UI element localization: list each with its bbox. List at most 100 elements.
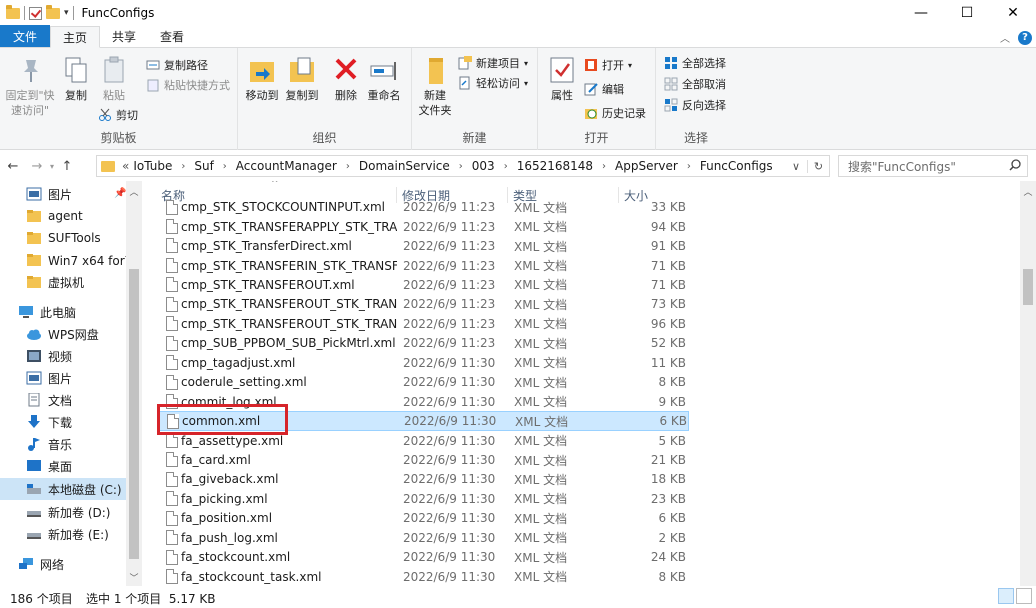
nav-item-drive-e[interactable]: 新加卷 (E:): [0, 523, 126, 545]
easy-access-button[interactable]: 轻松访问 ▾: [458, 74, 528, 92]
tab-share[interactable]: 共享: [100, 25, 148, 47]
edit-button[interactable]: 编辑: [584, 80, 624, 98]
breadcrumb[interactable]: AppServer: [613, 159, 680, 173]
up-arrow-icon[interactable]: ↑: [58, 159, 76, 174]
customize-toolbar-chevron-icon[interactable]: ▾: [64, 8, 69, 18]
properties-check-icon[interactable]: [29, 6, 42, 20]
tab-view[interactable]: 查看: [148, 25, 196, 47]
breadcrumb-chevron-icon[interactable]: ›: [452, 161, 470, 172]
file-row[interactable]: fa_position.xml 2022/6/9 11:30 XML 文档 6 KB: [157, 509, 689, 528]
scroll-up-icon[interactable]: ︿: [1020, 185, 1036, 198]
nav-item-wps-drive[interactable]: WPS网盘: [0, 323, 126, 345]
breadcrumb-overflow[interactable]: «: [120, 159, 131, 173]
file-row[interactable]: cmp_tagadjust.xml 2022/6/9 11:30 XML 文档 11 …: [157, 353, 689, 372]
copy-path-button[interactable]: 复制路径: [146, 56, 208, 74]
file-row[interactable]: cmp_STK_TRANSFEROUT_STK_TRANS... 2022/6/9…: [157, 295, 689, 314]
scroll-down-icon[interactable]: ﹀: [126, 571, 142, 584]
recent-locations-chevron-icon[interactable]: ▾: [46, 162, 58, 171]
file-row[interactable]: cmp_SUB_PPBOM_SUB_PickMtrl.xml 2022/6/9 1…: [157, 334, 689, 353]
nav-item-agent[interactable]: agent: [0, 205, 126, 227]
rename-button[interactable]: 重命名: [366, 54, 402, 103]
search-input[interactable]: 搜索"FuncConfigs": [848, 158, 956, 175]
search-box[interactable]: 搜索"FuncConfigs": [838, 155, 1028, 177]
nav-item-drive-d[interactable]: 新加卷 (D:): [0, 501, 126, 523]
breadcrumb[interactable]: 003: [470, 159, 497, 173]
scroll-up-icon[interactable]: ︿: [126, 185, 142, 198]
nav-item-win7[interactable]: Win7 x64 for商: [0, 249, 126, 271]
nav-item-vm[interactable]: 虚拟机: [0, 271, 126, 293]
nav-item-this-pc[interactable]: 此电脑: [0, 301, 126, 323]
help-icon[interactable]: ?: [1018, 30, 1032, 45]
breadcrumb-chevron-icon[interactable]: ›: [216, 161, 234, 172]
breadcrumb[interactable]: FuncConfigs: [698, 159, 775, 173]
breadcrumb-chevron-icon[interactable]: ›: [339, 161, 357, 172]
file-row[interactable]: cmp_STK_TRANSFEROUT.xml 2022/6/9 11:23 XML…: [157, 275, 689, 294]
file-row[interactable]: fa_card.xml 2022/6/9 11:30 XML 文档 21 KB: [157, 450, 689, 469]
file-row[interactable]: fa_stockcount_task.xml 2022/6/9 11:30 XML …: [157, 567, 689, 586]
breadcrumb-chevron-icon[interactable]: ›: [680, 161, 698, 172]
breadcrumb[interactable]: IoTube: [131, 159, 174, 173]
copy-to-button[interactable]: 复制到: [284, 54, 320, 103]
forward-arrow-icon[interactable]: →: [28, 159, 46, 174]
new-folder-button[interactable]: 新建 文件夹: [416, 54, 454, 118]
file-row[interactable]: cmp_STK_TRANSFERIN_STK_TRANSFE... 2022/6/…: [157, 256, 689, 275]
open-button[interactable]: 打开 ▾: [584, 56, 632, 74]
move-to-button[interactable]: 移动到: [244, 54, 280, 103]
history-button[interactable]: 历史记录: [584, 104, 646, 122]
nav-item-documents[interactable]: 文档: [0, 389, 126, 411]
close-button[interactable]: ✕: [990, 0, 1036, 26]
scrollbar-thumb[interactable]: [129, 269, 139, 559]
cut-button[interactable]: 剪切: [98, 106, 138, 124]
nav-item-pictures[interactable]: 图片: [0, 183, 126, 205]
file-row[interactable]: cmp_STK_STOCKCOUNTINPUT.xml 2022/6/9 11:2…: [157, 198, 689, 217]
tab-home[interactable]: 主页: [50, 26, 101, 48]
new-folder-icon[interactable]: [46, 4, 60, 19]
file-row[interactable]: fa_push_log.xml 2022/6/9 11:30 XML 文档 2 KB: [157, 528, 689, 547]
nav-scrollbar[interactable]: ︿ ﹀: [126, 181, 142, 586]
breadcrumb[interactable]: AccountManager: [234, 159, 339, 173]
nav-item-downloads[interactable]: 下载: [0, 411, 126, 433]
nav-item-suftools[interactable]: SUFTools: [0, 227, 126, 249]
nav-item-network[interactable]: 网络: [0, 553, 126, 575]
invert-selection-button[interactable]: 反向选择: [664, 96, 726, 114]
nav-item-pictures-2[interactable]: 图片: [0, 367, 126, 389]
file-row[interactable]: fa_stockcount.xml 2022/6/9 11:30 XML 文档 24 …: [157, 548, 689, 567]
pin-quick-access-button[interactable]: 固定到"快 速访问": [4, 54, 56, 118]
properties-button[interactable]: 属性: [546, 54, 578, 103]
address-bar[interactable]: « IoTube › Suf › AccountManager › Domain…: [96, 155, 830, 177]
nav-item-drive-c[interactable]: 本地磁盘 (C:): [0, 478, 126, 500]
breadcrumb-chevron-icon[interactable]: ›: [595, 161, 613, 172]
breadcrumb[interactable]: DomainService: [357, 159, 452, 173]
file-row[interactable]: fa_giveback.xml 2022/6/9 11:30 XML 文档 18 KB: [157, 470, 689, 489]
collapse-ribbon-chevron-icon[interactable]: ︿: [1000, 30, 1010, 45]
address-history-chevron-icon[interactable]: ∨: [785, 160, 807, 173]
new-item-button[interactable]: 新建项目 ▾: [458, 54, 528, 72]
paste-button[interactable]: 粘贴: [98, 54, 130, 103]
tab-file[interactable]: 文件: [0, 25, 51, 47]
refresh-icon[interactable]: ↻: [807, 159, 829, 173]
large-icons-view-icon[interactable]: [1016, 588, 1032, 604]
breadcrumb-chevron-icon[interactable]: ›: [174, 161, 192, 172]
select-none-button[interactable]: 全部取消: [664, 75, 726, 93]
back-arrow-icon[interactable]: ←: [4, 159, 22, 174]
minimize-button[interactable]: —: [898, 0, 944, 26]
nav-item-videos[interactable]: 视频: [0, 345, 126, 367]
file-row[interactable]: cmp_STK_TRANSFERAPPLY_STK_TRA... 2022/6/9…: [157, 217, 689, 236]
paste-shortcut-button[interactable]: 粘贴快捷方式: [146, 76, 230, 94]
copy-button[interactable]: 复制: [60, 54, 92, 103]
file-row[interactable]: coderule_setting.xml 2022/6/9 11:30 XML 文档…: [157, 373, 689, 392]
scrollbar-thumb[interactable]: [1023, 269, 1033, 305]
nav-item-desktop[interactable]: 桌面: [0, 455, 126, 477]
breadcrumb[interactable]: 1652168148: [515, 159, 595, 173]
maximize-button[interactable]: ☐: [944, 0, 990, 26]
pin-icon[interactable]: 📌: [114, 188, 126, 199]
breadcrumb[interactable]: Suf: [192, 159, 215, 173]
details-view-icon[interactable]: [998, 588, 1014, 604]
file-row[interactable]: cmp_STK_TransferDirect.xml 2022/6/9 11:23…: [157, 236, 689, 255]
select-all-button[interactable]: 全部选择: [664, 54, 726, 72]
file-row[interactable]: cmp_STK_TRANSFEROUT_STK_TRANS... 2022/6/9…: [157, 314, 689, 333]
file-list-scrollbar[interactable]: ︿: [1020, 181, 1036, 586]
nav-item-music[interactable]: 音乐: [0, 433, 126, 455]
file-row[interactable]: fa_picking.xml 2022/6/9 11:30 XML 文档 23 KB: [157, 489, 689, 508]
breadcrumb-chevron-icon[interactable]: ›: [497, 161, 515, 172]
